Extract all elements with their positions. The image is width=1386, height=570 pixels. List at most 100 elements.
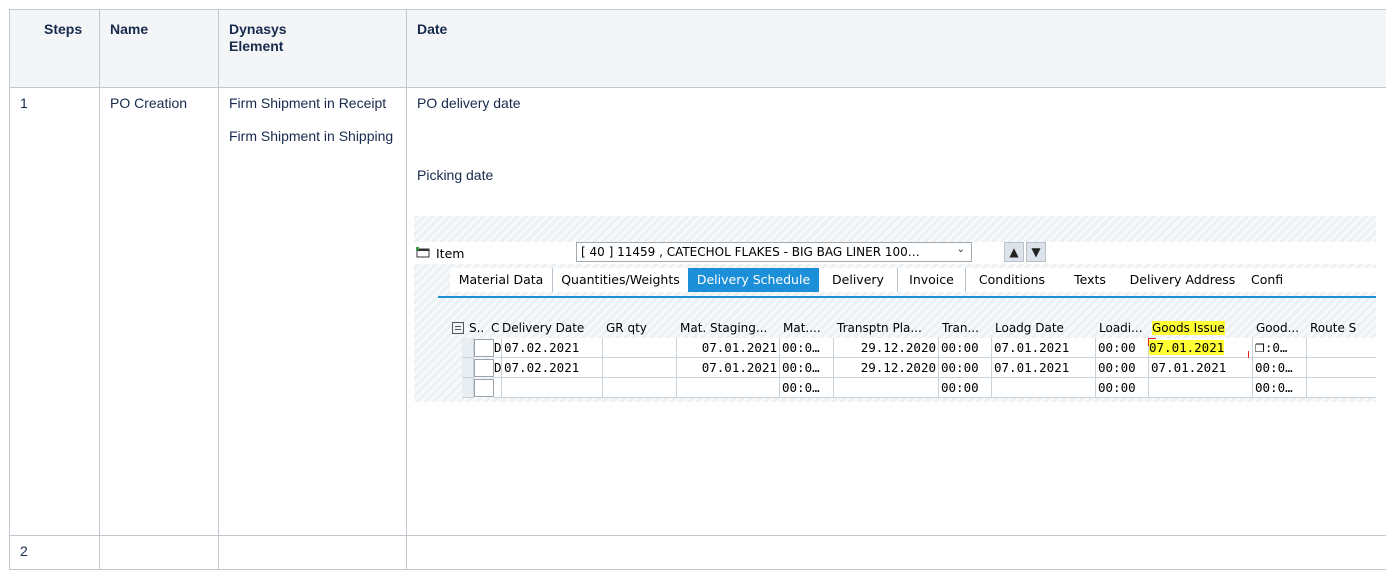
table-row[interactable]: 00:0… 00:00 00:00 00:0… (448, 378, 1376, 398)
cell-mat-time[interactable]: 00:0… (780, 338, 834, 358)
cell-good-time[interactable]: 00:0… (1253, 378, 1307, 398)
cell-route[interactable] (1307, 338, 1376, 358)
tab-invoice[interactable]: Invoice (898, 268, 966, 292)
row-select-checkbox[interactable] (474, 379, 494, 397)
table-row: 2 (9, 535, 1386, 570)
date-picking: Picking date (417, 167, 494, 183)
col-header[interactable]: Mat. Staging... (677, 318, 780, 338)
col-header[interactable]: Delivery Date (499, 318, 603, 338)
col-header[interactable]: Good... (1253, 318, 1307, 338)
cell-loadg-date[interactable]: 07.01.2021 (992, 358, 1096, 378)
cell-mat-staging[interactable]: 07.01.2021 (677, 338, 780, 358)
cell-gr-qty[interactable] (603, 378, 677, 398)
cell-transptn[interactable]: 29.12.2020 (834, 338, 939, 358)
schedule-grid: S.. C Delivery Date GR qty Mat. Staging.… (448, 318, 1376, 402)
row-select-checkbox[interactable] (474, 339, 494, 357)
cell-c: D (494, 358, 502, 378)
table-header-row: Steps Name Dynasys Element Date (9, 9, 1386, 88)
tab-texts[interactable]: Texts (1058, 268, 1123, 292)
item-select-value: [ 40 ] 11459 , CATECHOL FLAKES - BIG BAG… (581, 245, 920, 259)
cell-tran-time[interactable]: 00:00 (939, 378, 992, 398)
cell-delivery-date[interactable]: 07.02.2021 (502, 338, 603, 358)
col-header[interactable]: Loadi... (1096, 318, 1149, 338)
cursor-bracket (1148, 338, 1156, 346)
value-help-icon[interactable]: ❐ (1255, 342, 1265, 355)
col-header[interactable]: Tran... (939, 318, 992, 338)
cell-good-time[interactable]: 00:0… (1253, 358, 1307, 378)
tab-underline (438, 296, 1376, 298)
cell-loadi-time[interactable]: 00:00 (1096, 358, 1149, 378)
header-element-line1: Dynasys (229, 21, 287, 37)
col-header[interactable]: Mat.... (780, 318, 834, 338)
cell-goods-issue[interactable]: 07.01.2021 (1149, 358, 1253, 378)
element-firm-receipt: Firm Shipment in Receipt (229, 95, 387, 111)
tab-delivery-schedule[interactable]: Delivery Schedule (688, 268, 820, 292)
cell-loadi-time[interactable]: 00:00 (1096, 378, 1149, 398)
row-select-checkbox[interactable] (474, 359, 494, 377)
item-select[interactable]: [ 40 ] 11459 , CATECHOL FLAKES - BIG BAG… (576, 242, 972, 262)
cell-delivery-date[interactable]: 07.02.2021 (502, 358, 603, 378)
cell-loadg-date[interactable]: 07.01.2021 (992, 338, 1096, 358)
next-item-button[interactable]: ▼ (1026, 242, 1046, 262)
header-steps: Steps (9, 9, 100, 88)
date-cell (406, 535, 1386, 570)
tab-delivery-address[interactable]: Delivery Address (1122, 268, 1244, 292)
cell-tran-time[interactable]: 00:00 (939, 338, 992, 358)
goods-issue-value: 07.01.2021 (1149, 340, 1225, 355)
header-element-line2: Element (229, 38, 284, 54)
cell-transptn[interactable]: 29.12.2020 (834, 358, 939, 378)
tab-conditions[interactable]: Conditions (966, 268, 1059, 292)
col-header[interactable]: Loadg Date (992, 318, 1096, 338)
tab-material-data[interactable]: Material Data (450, 268, 553, 292)
col-header[interactable]: GR qty (603, 318, 677, 338)
table-row[interactable]: D 07.02.2021 07.01.2021 00:0… 29.12.2020… (448, 358, 1376, 378)
cell-gr-qty[interactable] (603, 338, 677, 358)
cell-c: D (494, 338, 502, 358)
item-bar: Item [ 40 ] 11459 , CATECHOL FLAKES - BI… (414, 242, 1376, 264)
good-time-value: :0… (1264, 340, 1288, 355)
cell-transptn[interactable] (834, 378, 939, 398)
col-header[interactable]: Transptn Pla... (834, 318, 939, 338)
step-name (99, 535, 219, 570)
cell-good-time[interactable]: ❐:0… (1253, 338, 1307, 358)
cell-gr-qty[interactable] (603, 358, 677, 378)
col-header[interactable]: Route S (1307, 318, 1376, 338)
cell-route[interactable] (1307, 358, 1376, 378)
col-header[interactable]: S.. (466, 318, 488, 338)
cell-delivery-date[interactable] (502, 378, 603, 398)
element-firm-shipping: Firm Shipment in Shipping (229, 128, 394, 144)
header-name: Name (99, 9, 219, 88)
cell-mat-time[interactable]: 00:0… (780, 358, 834, 378)
tab-delivery[interactable]: Delivery (819, 268, 898, 292)
sap-screenshot: Item [ 40 ] 11459 , CATECHOL FLAKES - BI… (414, 216, 1376, 402)
step-number: 1 (9, 87, 100, 536)
item-tabs: Material Data Quantities/Weights Deliver… (450, 268, 1376, 292)
highlighted-goods-issue: Goods Issue (1152, 321, 1225, 335)
cell-mat-staging[interactable]: 07.01.2021 (677, 358, 780, 378)
cell-goods-issue[interactable]: 07.01.2021 (1149, 338, 1253, 358)
col-header-goods-issue[interactable]: Goods Issue (1149, 318, 1253, 338)
tab-confirmations[interactable]: Confi (1243, 268, 1376, 292)
cell-mat-time[interactable]: 00:0… (780, 378, 834, 398)
tab-quantities-weights[interactable]: Quantities/Weights (553, 268, 689, 292)
date-po-delivery: PO delivery date (417, 95, 521, 111)
step-name: PO Creation (99, 87, 219, 536)
cell-loadg-date[interactable] (992, 378, 1096, 398)
header-dynasys-element: Dynasys Element (218, 9, 407, 88)
table-settings-icon[interactable] (452, 322, 464, 334)
step-number: 2 (9, 535, 100, 570)
previous-item-button[interactable]: ▲ (1004, 242, 1024, 262)
cell-tran-time[interactable]: 00:00 (939, 358, 992, 378)
header-date: Date (406, 9, 1386, 88)
cell-loadi-time[interactable]: 00:00 (1096, 338, 1149, 358)
dynasys-element-cell (218, 535, 407, 570)
item-overview-icon[interactable] (416, 247, 430, 258)
cell-mat-staging[interactable] (677, 378, 780, 398)
cell-goods-issue[interactable] (1149, 378, 1253, 398)
table-row[interactable]: D 07.02.2021 07.01.2021 00:0… 29.12.2020… (448, 338, 1376, 359)
cell-route[interactable] (1307, 378, 1376, 398)
item-label: Item (436, 246, 465, 261)
chevron-down-icon: ⌄ (956, 244, 965, 255)
dynasys-element-cell: Firm Shipment in Receipt Firm Shipment i… (218, 87, 407, 536)
cell-c (494, 378, 502, 398)
